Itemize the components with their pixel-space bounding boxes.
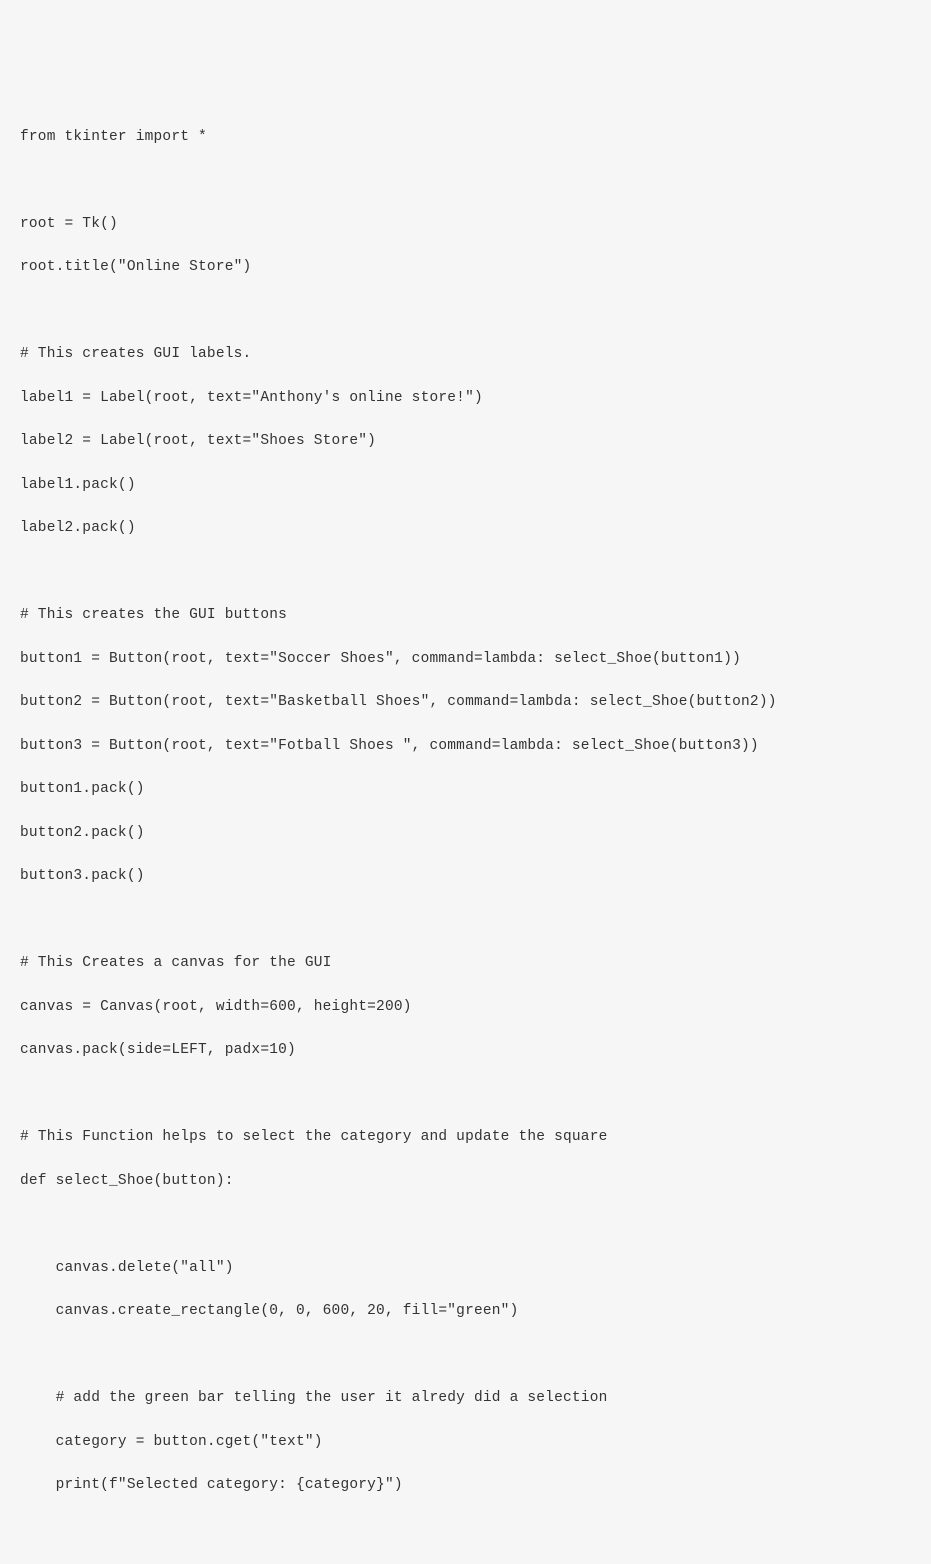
code-line: # This Creates a canvas for the GUI xyxy=(20,953,911,975)
code-line: button3 = Button(root, text="Fotball Sho… xyxy=(20,736,911,758)
code-line: canvas.create_rectangle(0, 0, 600, 20, f… xyxy=(20,1301,911,1323)
code-line xyxy=(20,1084,911,1106)
code-line: print(f"Selected category: {category}") xyxy=(20,1475,911,1497)
code-line xyxy=(20,1519,911,1541)
code-block: from tkinter import * root = Tk() root.t… xyxy=(20,105,911,1564)
code-line: category = button.cget("text") xyxy=(20,1432,911,1454)
code-line: label1.pack() xyxy=(20,475,911,497)
code-line: button1 = Button(root, text="Soccer Shoe… xyxy=(20,649,911,671)
code-line: label1 = Label(root, text="Anthony's onl… xyxy=(20,388,911,410)
code-line: button1.pack() xyxy=(20,779,911,801)
code-line: button2.pack() xyxy=(20,823,911,845)
code-line xyxy=(20,170,911,192)
code-line: canvas.pack(side=LEFT, padx=10) xyxy=(20,1040,911,1062)
code-line xyxy=(20,1214,911,1236)
code-line: # This Function helps to select the cate… xyxy=(20,1127,911,1149)
code-line: label2.pack() xyxy=(20,518,911,540)
code-line: # This creates the GUI buttons xyxy=(20,605,911,627)
code-line: from tkinter import * xyxy=(20,127,911,149)
code-line: root = Tk() xyxy=(20,214,911,236)
code-line: button2 = Button(root, text="Basketball … xyxy=(20,692,911,714)
code-line: root.mainloop() xyxy=(20,1562,911,1564)
code-line xyxy=(20,910,911,932)
code-line: # add the green bar telling the user it … xyxy=(20,1388,911,1410)
code-line: # This creates GUI labels. xyxy=(20,344,911,366)
code-line: canvas = Canvas(root, width=600, height=… xyxy=(20,997,911,1019)
code-line: button3.pack() xyxy=(20,866,911,888)
code-line xyxy=(20,1345,911,1367)
code-line xyxy=(20,562,911,584)
code-line: canvas.delete("all") xyxy=(20,1258,911,1280)
code-line: label2 = Label(root, text="Shoes Store") xyxy=(20,431,911,453)
code-line xyxy=(20,301,911,323)
code-line: def select_Shoe(button): xyxy=(20,1171,911,1193)
code-line: root.title("Online Store") xyxy=(20,257,911,279)
